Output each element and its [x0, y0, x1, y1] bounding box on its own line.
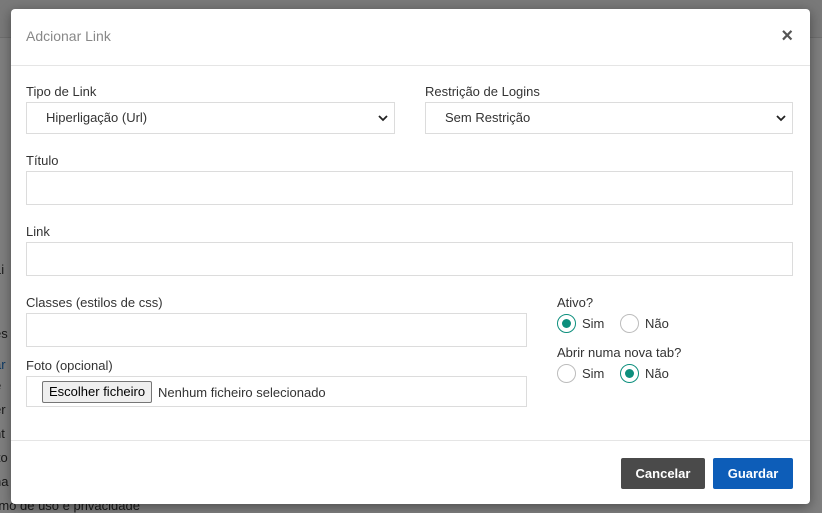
title-field-label: Título — [26, 153, 59, 168]
chevron-down-icon — [776, 115, 786, 122]
dialog-header: Adcionar Link × — [11, 9, 810, 66]
link-type-label: Tipo de Link — [26, 84, 97, 99]
login-restriction-value: Sem Restrição — [445, 110, 531, 125]
classes-input[interactable] — [26, 313, 527, 347]
classes-field-label: Classes (estilos de css) — [26, 295, 163, 310]
file-status-text: Nenhum ficheiro selecionado — [158, 385, 326, 400]
active-yes-label: Sim — [582, 316, 605, 331]
title-input[interactable] — [26, 171, 793, 205]
login-restriction-label: Restrição de Logins — [425, 84, 540, 99]
active-yes-radio[interactable] — [557, 314, 576, 333]
link-field-label: Link — [26, 224, 50, 239]
link-input[interactable] — [26, 242, 793, 276]
new-tab-no-radio[interactable] — [620, 364, 639, 383]
choose-file-button[interactable]: Escolher ficheiro — [42, 381, 153, 403]
active-no-radio[interactable] — [620, 314, 639, 333]
close-icon[interactable]: × — [781, 25, 793, 47]
active-label: Ativo? — [557, 295, 594, 310]
photo-field-label: Foto (opcional) — [26, 358, 113, 373]
dialog-footer: Cancelar Guardar — [11, 440, 810, 504]
cancel-button[interactable]: Cancelar — [621, 458, 705, 489]
chevron-down-icon — [378, 115, 388, 122]
save-button[interactable]: Guardar — [713, 458, 793, 489]
new-tab-no-label: Não — [645, 366, 669, 381]
new-tab-yes-label: Sim — [582, 366, 605, 381]
add-link-dialog: Adcionar Link × Tipo de Link Hiperligaçã… — [11, 9, 810, 504]
new-tab-yes-radio[interactable] — [557, 364, 576, 383]
link-type-value: Hiperligação (Url) — [46, 110, 148, 125]
photo-file-input: Escolher ficheiro Nenhum ficheiro seleci… — [26, 376, 527, 407]
login-restriction-select[interactable]: Sem Restrição — [425, 102, 793, 134]
new-tab-label: Abrir numa nova tab? — [557, 345, 682, 360]
link-type-select[interactable]: Hiperligação (Url) — [26, 102, 395, 134]
dialog-body: Tipo de Link Hiperligação (Url) Restriçã… — [11, 66, 810, 440]
dialog-title: Adcionar Link — [26, 28, 111, 44]
active-no-label: Não — [645, 316, 669, 331]
